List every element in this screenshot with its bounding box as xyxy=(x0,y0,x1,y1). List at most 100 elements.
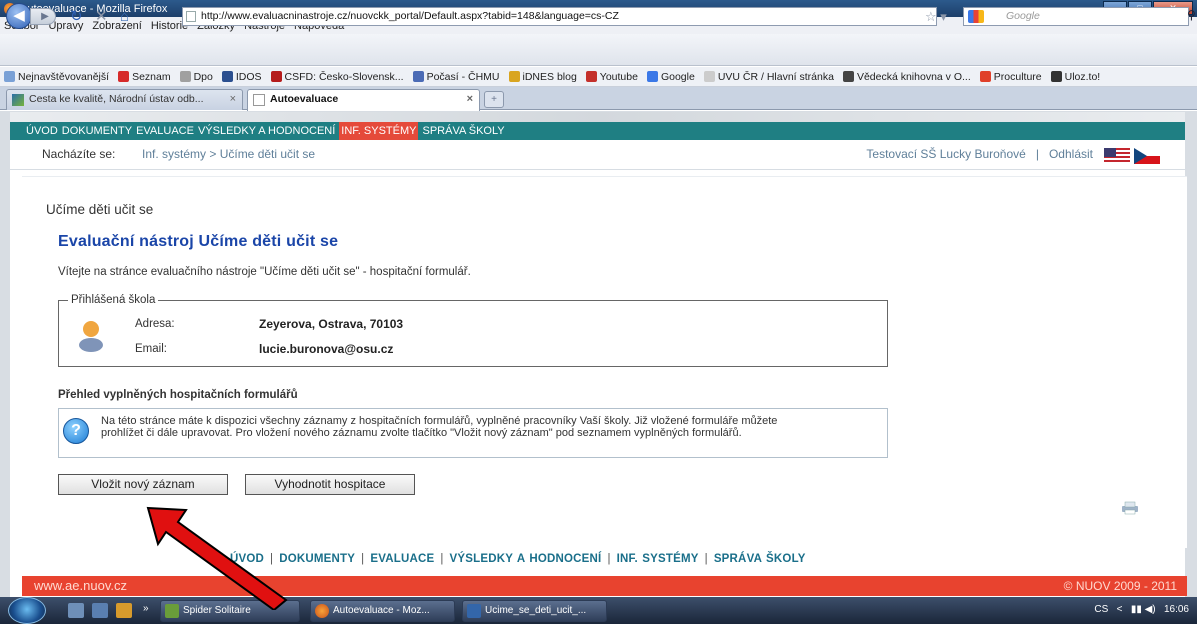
tab-autoevaluace[interactable]: Autoevaluace × xyxy=(247,89,480,111)
bookmark-icon xyxy=(1050,71,1062,82)
site-menu-item[interactable]: INF. SYSTÉMY xyxy=(339,122,419,140)
school-legend: Přihlášená škola xyxy=(68,294,159,306)
print-icon[interactable] xyxy=(1121,501,1139,515)
email-label: Email: xyxy=(135,343,167,355)
footer-nav-link[interactable]: INF. SYSTÉMY xyxy=(617,553,699,565)
site-menu-item[interactable]: VÝSLEDKY A HODNOCENÍ xyxy=(198,122,335,140)
search-input[interactable]: Google xyxy=(963,7,1189,26)
bookmark-item[interactable]: Nejnavštěvovanější xyxy=(4,71,109,83)
quicklaunch-icon[interactable] xyxy=(92,603,108,618)
url-text: http://www.evaluacninastroje.cz/nuovckk_… xyxy=(201,10,619,22)
language-indicator[interactable]: CS xyxy=(1094,604,1108,615)
bookmark-item[interactable]: UVU ČR / Hlavní stránka xyxy=(703,70,834,83)
site-menu-item[interactable]: ÚVOD xyxy=(26,122,58,140)
site-menu-item[interactable]: EVALUACE xyxy=(136,122,194,140)
bookmark-item[interactable]: iDNES blog xyxy=(508,70,577,83)
footer-nav: ÚVOD | DOKUMENTY | EVALUACE | VÝSLEDKY A HODNO… xyxy=(230,553,806,565)
bookmark-label: Uloz.to! xyxy=(1064,70,1101,83)
address-value: Zeyerova, Ostrava, 70103 xyxy=(259,317,404,331)
breadcrumb[interactable]: Inf. systémy > Učíme děti učit se xyxy=(142,140,315,169)
evaluate-button[interactable]: Vyhodnotit hospitace xyxy=(245,474,415,495)
system-tray: CS < ▮▮ ◀) 16:06 xyxy=(1094,604,1189,615)
new-tab-button[interactable]: + xyxy=(484,91,504,108)
footer-url[interactable]: www.ae.nuov.cz xyxy=(34,576,127,596)
bookmark-item[interactable]: CSFD: Česko-Slovensk... xyxy=(270,70,404,83)
reload-icon[interactable]: ↻ xyxy=(70,9,83,24)
logout-link[interactable]: Odhlásit xyxy=(1049,147,1093,161)
site-menu-item[interactable]: DOKUMENTY xyxy=(62,122,132,140)
start-button[interactable] xyxy=(8,597,46,624)
tab-label: Cesta ke kvalitě, Národní ústav odb... xyxy=(29,93,204,105)
tab-close-icon[interactable]: × xyxy=(230,90,236,109)
google-icon xyxy=(968,10,984,23)
home-icon[interactable]: ⌂ xyxy=(120,9,129,24)
bookmark-item[interactable]: IDOS xyxy=(221,71,262,83)
bookmark-item[interactable]: Dpo xyxy=(179,71,213,83)
footer-separator: | xyxy=(607,553,611,565)
site-menu-item[interactable]: SPRÁVA ŠKOLY xyxy=(422,122,504,140)
tab-cesta-ke-kvalite[interactable]: Cesta ke kvalitě, Národní ústav odb... × xyxy=(6,89,243,110)
bookmark-star-icon[interactable]: ☆ ▾ xyxy=(925,9,947,25)
forward-button[interactable]: ▶ xyxy=(30,8,56,25)
breadcrumb-bar: Nacházíte se: Inf. systémy > Učíme děti … xyxy=(10,140,1185,170)
footer-nav-link[interactable]: SPRÁVA ŠKOLY xyxy=(714,553,806,565)
footer-separator: | xyxy=(440,553,444,565)
email-value: lucie.buronova@osu.cz xyxy=(259,342,394,356)
school-fieldset xyxy=(58,300,888,367)
bookmark-icon xyxy=(270,71,282,82)
clock: 16:06 xyxy=(1163,604,1189,615)
overview-heading: Přehled vyplněných hospitačních formulář… xyxy=(58,389,298,401)
bookmark-item[interactable]: Proculture xyxy=(979,70,1042,83)
header-band xyxy=(10,112,1185,122)
bookmark-label: CSFD: Česko-Slovensk... xyxy=(284,70,404,83)
bookmark-item[interactable]: Youtube xyxy=(585,71,638,83)
help-icon: ? xyxy=(63,418,89,444)
bookmark-icon xyxy=(842,71,854,82)
bookmark-item[interactable]: Vědecká knihovna v O... xyxy=(842,71,971,83)
bookmark-label: Počasí - ČHMU xyxy=(426,70,500,83)
bookmark-label: Proculture xyxy=(993,70,1042,83)
english-flag-icon[interactable] xyxy=(1104,148,1130,164)
add-record-button[interactable]: Vložit nový záznam xyxy=(58,474,228,495)
task-autoevaluace[interactable]: Autoevaluace - Moz... xyxy=(310,600,455,622)
stop-icon[interactable]: ✕ xyxy=(95,9,108,24)
address-label: Adresa: xyxy=(135,318,175,330)
bookmark-icon xyxy=(4,71,15,82)
page-icon xyxy=(186,11,196,22)
bookmark-label: UVU ČR / Hlavní stránka xyxy=(717,70,834,83)
czech-flag-icon[interactable] xyxy=(1134,148,1160,164)
search-icon[interactable]: ⚲ xyxy=(1187,8,1196,22)
bookmark-icon xyxy=(221,71,233,82)
user-icon xyxy=(79,321,103,352)
tray-icons[interactable]: ▮▮ ◀) xyxy=(1131,604,1156,615)
bookmark-item[interactable]: Uloz.to! xyxy=(1050,70,1101,83)
bookmark-label: Google xyxy=(660,70,695,83)
bookmark-icon xyxy=(979,71,991,82)
breadcrumb-label: Nacházíte se: xyxy=(42,147,116,161)
show-desktop-icon[interactable] xyxy=(68,603,84,618)
quicklaunch-icon[interactable] xyxy=(116,603,132,618)
footer-nav-link[interactable]: VÝSLEDKY A HODNOCENÍ xyxy=(450,553,602,565)
footer-nav-link[interactable]: EVALUACE xyxy=(370,553,434,565)
footer-separator: | xyxy=(361,553,365,565)
bookmark-item[interactable]: Počasí - ČHMU xyxy=(412,70,500,83)
bookmarks-toolbar: Nejnavštěvovanější Seznam Dpo IDOS CSFD: Čes… xyxy=(0,67,1197,87)
info-text: Na této stránce máte k dispozici všechny… xyxy=(101,415,778,439)
tab-close-icon[interactable]: × xyxy=(467,90,473,109)
bookmark-icon xyxy=(585,71,597,82)
bookmark-label: iDNES blog xyxy=(522,70,577,83)
separator: | xyxy=(1035,147,1039,161)
back-button[interactable]: ◀ xyxy=(6,3,32,29)
bookmark-icon xyxy=(508,71,520,82)
bookmark-icon xyxy=(179,71,191,82)
bookmark-item[interactable]: Google xyxy=(646,70,695,83)
bookmark-item[interactable]: Seznam xyxy=(118,71,171,83)
task-ucime-se[interactable]: Ucime_se_deti_ucit_... xyxy=(462,600,607,622)
navigation-toolbar xyxy=(0,34,1197,66)
bookmark-icon xyxy=(412,71,424,82)
url-bar[interactable]: http://www.evaluacninastroje.cz/nuovckk_… xyxy=(182,7,937,26)
red-arrow-annotation xyxy=(146,506,288,610)
bookmark-icon xyxy=(646,71,658,82)
footer-separator: | xyxy=(704,553,708,565)
footer-copyright: © NUOV 2009 - 2011 xyxy=(1063,579,1177,593)
